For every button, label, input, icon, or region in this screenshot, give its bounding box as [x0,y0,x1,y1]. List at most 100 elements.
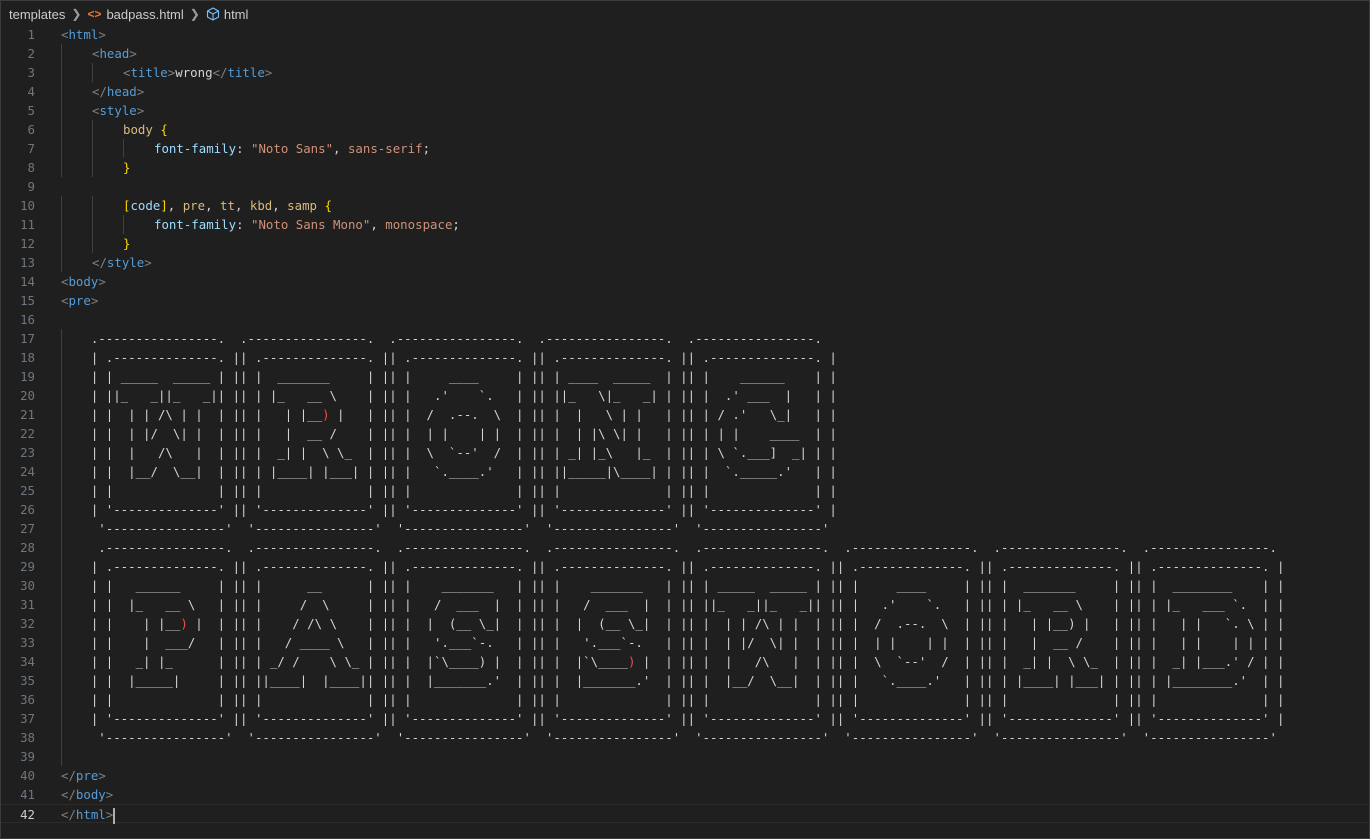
token-art: | | | || | | || | | || | | || | | | [61,483,837,498]
code-line[interactable]: 31 | | |_ __ \ | || | / \ | || | / ___ |… [1,595,1369,614]
line-number: 24 [20,464,35,479]
indent-guide [61,215,62,234]
code-line[interactable]: 17 .----------------. .----------------.… [1,329,1369,348]
line-number: 28 [20,540,35,555]
code-text: | ||_ _||_ _|| || | |_ __ \ | || | .' `.… [61,386,837,405]
code-text: </pre> [61,766,106,785]
code-line[interactable]: 24 | | |__/ \__| | || | |____| |___| | |… [1,462,1369,481]
token-sel: pre [182,198,206,213]
code-line[interactable]: 42 </html> [1,804,1369,824]
code-line[interactable]: 33 | | | ___/ | || | / ____ \ | || | '._… [1,633,1369,652]
token-punc: > [90,293,99,308]
code-line[interactable]: 38 '----------------' '----------------'… [1,728,1369,747]
code-line[interactable]: 22 | | | |/ \| | | || | | __ / | || | | … [1,424,1369,443]
code-line[interactable]: 20 | ||_ _||_ _|| || | |_ __ \ | || | .'… [1,386,1369,405]
line-number: 8 [27,160,35,175]
code-text: <head> [92,44,137,63]
code-line[interactable]: 25 | | | || | | || | | || | | || | | | [1,481,1369,500]
token-punc: > [98,768,106,783]
code-line[interactable]: 10 [code], pre, tt, kbd, samp { [1,196,1369,215]
line-number: 25 [20,483,35,498]
code-line[interactable]: 35 | | |_____| | || ||____| |____|| || |… [1,671,1369,690]
code-editor[interactable]: 1 <html> 2 <head> 3 <title>wrong</title> 4 </he… [1,25,1369,838]
code-line[interactable]: 15 <pre> [1,291,1369,310]
token-art: | | |_____| | || ||____| |____|| || | |_… [61,673,1285,688]
code-line[interactable]: 37 | '--------------' || '--------------… [1,709,1369,728]
code-text: | | | |__) | | || | / /\ \ | || | | (__ … [61,614,1285,633]
token-str: "Noto Sans Mono" [250,217,371,232]
token-art: '----------------' '----------------' '-… [61,521,830,536]
symbol-element-icon [206,7,220,21]
code-line[interactable]: 39 [1,747,1369,766]
code-line[interactable]: 6 body { [1,120,1369,139]
token-art: | | _____ _____ | || | _______ | || | __… [61,369,837,384]
breadcrumb-file[interactable]: badpass.html [106,7,183,22]
code-text: '----------------' '----------------' '-… [61,728,1277,747]
token-brace: } [123,160,131,175]
indent-guide [61,747,62,766]
token-sel: body [123,122,161,137]
code-text: | '--------------' || '--------------' |… [61,500,837,519]
code-line[interactable]: 21 | | | | /\ | | | || | | |__) | | || |… [1,405,1369,424]
editor-window: templates ❯ <> badpass.html ❯ html 1 <htm… [0,0,1370,839]
code-text: | | | | /\ | | | || | | |__) | | || | / … [61,405,837,424]
code-text: '----------------' '----------------' '-… [61,519,829,538]
code-line[interactable]: 28 .----------------. .----------------.… [1,538,1369,557]
code-line[interactable]: 9 [1,177,1369,196]
token-tag: html [68,27,99,42]
code-line[interactable]: 34 | | _| |_ | || | _/ / \ \_ | || | |`\… [1,652,1369,671]
indent-guide [92,120,93,139]
code-line[interactable]: 41 </body> [1,785,1369,804]
code-line[interactable]: 7 font-family: "Noto Sans", sans-serif; [1,139,1369,158]
token-art: | '--------------' || '--------------' |… [61,711,1285,726]
code-line[interactable]: 11 font-family: "Noto Sans Mono", monospa… [1,215,1369,234]
code-line[interactable]: 32 | | | |__) | | || | / /\ \ | || | | (… [1,614,1369,633]
code-text: | | | ___/ | || | / ____ \ | || | '.___`… [61,633,1285,652]
token-prop: code [130,198,161,213]
token-tag: head [99,46,130,61]
indent-guide [61,234,62,253]
code-line[interactable]: 18 | .--------------. || .--------------… [1,348,1369,367]
code-line[interactable]: 13 </style> [1,253,1369,272]
token-txt: , [234,198,250,213]
code-line[interactable]: 23 | | | /\ | | || | _| | \ \_ | || | \ … [1,443,1369,462]
breadcrumb-symbol[interactable]: html [224,7,249,22]
token-tag: pre [75,768,99,783]
line-number: 30 [20,578,35,593]
indent-guide [61,158,62,177]
code-line[interactable]: 29 | .--------------. || .--------------… [1,557,1369,576]
code-line[interactable]: 36 | | | || | | || | | || | | || | | || … [1,690,1369,709]
code-line[interactable]: 12} [1,234,1369,253]
code-line[interactable]: 19 | | _____ _____ | || | _______ | || |… [1,367,1369,386]
line-number: 37 [20,711,35,726]
token-art: | | |_ __ \ | || | / \ | || | / ___ | | … [61,597,1285,612]
token-val: monospace [385,217,453,232]
breadcrumb-folder[interactable]: templates [9,7,65,22]
indent-guide [61,82,62,101]
code-line[interactable]: 16 [1,310,1369,329]
token-txt: , [167,198,183,213]
code-line[interactable]: 2 <head> [1,44,1369,63]
code-line[interactable]: 14 <body> [1,272,1369,291]
line-number: 10 [20,198,35,213]
code-line[interactable]: 8} [1,158,1369,177]
line-number: 21 [20,407,35,422]
token-tag: style [106,255,145,270]
token-punc: </ [92,255,107,270]
code-line[interactable]: 30 | | ______ | || | __ | || | _______ |… [1,576,1369,595]
code-line[interactable]: 1 <html> [1,25,1369,44]
code-line[interactable]: 40 </pre> [1,766,1369,785]
code-line[interactable]: 5 <style> [1,101,1369,120]
token-art: | | | /\ | | || | _| | \ \_ | || | \ `--… [61,445,837,460]
code-line[interactable]: 26 | '--------------' || '--------------… [1,500,1369,519]
token-brace: { [324,198,332,213]
token-sel: tt [220,198,235,213]
token-punc: > [105,807,114,822]
line-number: 19 [20,369,35,384]
token-art: '----------------' '----------------' '-… [61,730,1277,745]
code-line[interactable]: 3 <title>wrong</title> [1,63,1369,82]
token-tag: title [130,65,168,80]
indent-guide [123,139,124,158]
code-line[interactable]: 4 </head> [1,82,1369,101]
code-line[interactable]: 27 '----------------' '----------------'… [1,519,1369,538]
